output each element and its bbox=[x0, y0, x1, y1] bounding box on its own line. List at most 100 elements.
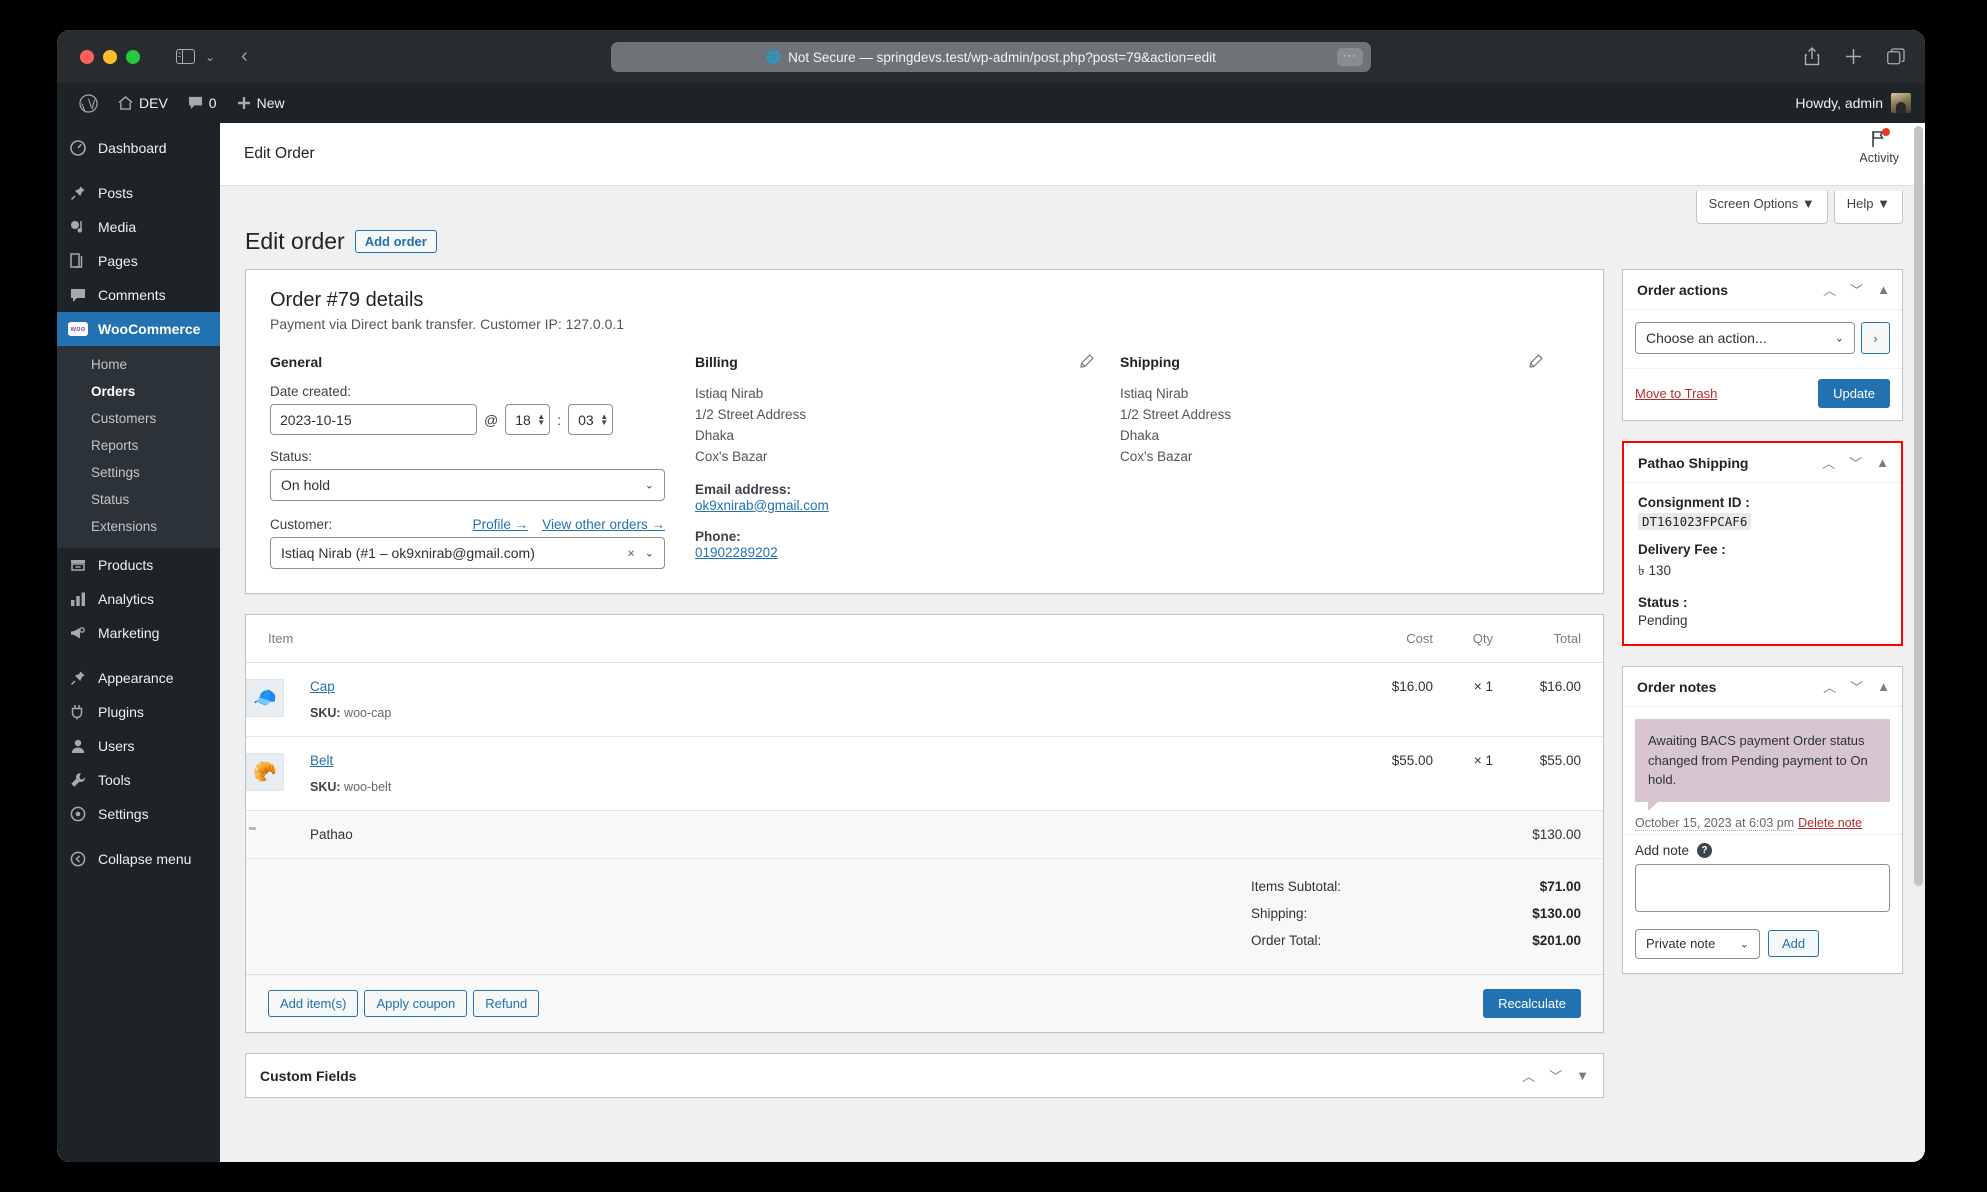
toggle-panel-icon[interactable]: ▼ bbox=[1576, 1068, 1589, 1083]
submenu-item-customers[interactable]: Customers bbox=[57, 405, 220, 432]
sidebar-item-collapse-menu[interactable]: Collapse menu bbox=[57, 842, 220, 876]
move-up-icon[interactable]: ︿ bbox=[1823, 677, 1836, 696]
toggle-panel-icon[interactable]: ▲ bbox=[1877, 282, 1890, 297]
customer-select[interactable]: Istiaq Nirab (#1 – ok9xnirab@gmail.com) bbox=[270, 537, 665, 569]
recalculate-button[interactable]: Recalculate bbox=[1483, 989, 1581, 1018]
plus-icon[interactable] bbox=[1845, 48, 1862, 65]
add-items-button[interactable]: Add item(s) bbox=[268, 990, 359, 1017]
address-bar-more-button[interactable]: ··· bbox=[1337, 48, 1363, 66]
browser-window: ⌄ ‹ 🌐 Not Secure — springdevs.test/wp-ad… bbox=[57, 30, 1925, 1162]
sidebar-item-settings[interactable]: Settings bbox=[57, 797, 220, 831]
move-down-icon[interactable]: ﹀ bbox=[1549, 1066, 1562, 1085]
table-row[interactable]: 🧢 Cap SKU: woo-cap $16.00 × 1 $16.00 bbox=[246, 662, 1603, 737]
refund-button[interactable]: Refund bbox=[473, 990, 540, 1017]
customer-label: Customer: bbox=[270, 517, 333, 532]
billing-phone-link[interactable]: 01902289202 bbox=[695, 545, 778, 560]
pencil-icon[interactable] bbox=[1529, 354, 1543, 373]
shipping-line-row[interactable]: Pathao $130.00 bbox=[246, 810, 1603, 859]
move-up-icon[interactable]: ︿ bbox=[1822, 453, 1835, 472]
sidebar-item-users[interactable]: Users bbox=[57, 729, 220, 763]
share-icon[interactable] bbox=[1804, 47, 1820, 66]
back-chevron-icon[interactable]: ‹ bbox=[241, 45, 248, 68]
wordpress-logo-icon[interactable] bbox=[69, 83, 108, 123]
sidebar-item-appearance[interactable]: Appearance bbox=[57, 661, 220, 695]
item-thumbnail-cell: 🧢 bbox=[246, 662, 310, 737]
move-up-icon[interactable]: ︿ bbox=[1823, 280, 1836, 299]
consignment-id-value: DT161023FPCAF6 bbox=[1638, 513, 1752, 530]
sidebar-item-label: Settings bbox=[98, 806, 149, 822]
product-link[interactable]: Belt bbox=[310, 753, 333, 768]
site-name-link[interactable]: DEV bbox=[108, 83, 178, 123]
account-menu[interactable]: Howdy, admin bbox=[1795, 93, 1911, 113]
new-content-button[interactable]: New bbox=[227, 83, 295, 123]
hour-spinner-icon[interactable]: ▲ ▼ bbox=[537, 412, 545, 426]
table-row[interactable]: 🥐 Belt SKU: woo-belt $55.00 × 1 $55.00 bbox=[246, 736, 1603, 811]
item-cost: $16.00 bbox=[1323, 662, 1433, 737]
order-status-select[interactable]: On hold bbox=[270, 469, 665, 501]
tab-overview-icon[interactable] bbox=[1887, 47, 1905, 66]
sidebar-item-tools[interactable]: Tools bbox=[57, 763, 220, 797]
screen-options-button[interactable]: Screen Options ▼ bbox=[1695, 191, 1828, 224]
pencil-icon[interactable] bbox=[1080, 354, 1094, 373]
submenu-item-settings[interactable]: Settings bbox=[57, 459, 220, 486]
totals-row: Shipping: $130.00 bbox=[1251, 900, 1581, 927]
clear-customer-icon[interactable]: × bbox=[627, 546, 635, 561]
order-note-meta: October 15, 2023 at 6:03 pm Delete note bbox=[1635, 815, 1890, 831]
hour-stepper[interactable]: ▲▼ bbox=[505, 404, 551, 435]
submenu-item-status[interactable]: Status bbox=[57, 486, 220, 513]
sidebar-item-posts[interactable]: Posts bbox=[57, 176, 220, 210]
date-created-input[interactable] bbox=[270, 404, 477, 435]
sidebar-item-woocommerce[interactable]: woo WooCommerce bbox=[57, 312, 220, 346]
view-other-orders-link[interactable]: View other orders → bbox=[542, 517, 665, 532]
submenu-item-extensions[interactable]: Extensions bbox=[57, 513, 220, 540]
apply-action-button[interactable]: › bbox=[1861, 322, 1890, 354]
page-scrollbar[interactable] bbox=[1914, 123, 1923, 1162]
move-down-icon[interactable]: ﹀ bbox=[1850, 677, 1863, 696]
page-header-title: Edit Order bbox=[244, 145, 315, 162]
window-traffic-lights bbox=[80, 49, 140, 64]
minute-spinner-icon[interactable]: ▲ ▼ bbox=[600, 412, 608, 426]
delete-note-link[interactable]: Delete note bbox=[1798, 816, 1862, 830]
note-type-select[interactable]: Private note bbox=[1635, 928, 1760, 959]
toggle-panel-icon[interactable]: ▲ bbox=[1877, 679, 1890, 694]
minimize-window-button[interactable] bbox=[103, 49, 117, 64]
product-link[interactable]: Cap bbox=[310, 679, 335, 694]
sidebar-item-comments[interactable]: Comments bbox=[57, 278, 220, 312]
sidebar-item-pages[interactable]: Pages bbox=[57, 244, 220, 278]
sidebar-item-media[interactable]: Media bbox=[57, 210, 220, 244]
page-scrollbar-thumb[interactable] bbox=[1914, 126, 1923, 886]
move-up-icon[interactable]: ︿ bbox=[1522, 1066, 1535, 1085]
add-note-textarea[interactable] bbox=[1635, 863, 1890, 912]
sidebar-item-products[interactable]: Products bbox=[57, 548, 220, 582]
order-action-select[interactable]: Choose an action... bbox=[1635, 322, 1855, 354]
help-tip-icon[interactable]: ? bbox=[1697, 842, 1713, 858]
minute-stepper[interactable]: ▲▼ bbox=[568, 404, 614, 435]
activity-panel-button[interactable]: Activity bbox=[1859, 128, 1899, 165]
address-bar[interactable]: 🌐 Not Secure — springdevs.test/wp-admin/… bbox=[611, 42, 1371, 72]
add-note-button[interactable]: Add bbox=[1768, 930, 1820, 957]
submenu-item-home[interactable]: Home bbox=[57, 351, 220, 378]
sidebar-toggle-icon[interactable] bbox=[176, 49, 195, 64]
sidebar-item-analytics[interactable]: Analytics bbox=[57, 582, 220, 616]
sidebar-item-marketing[interactable]: Marketing bbox=[57, 616, 220, 650]
move-to-trash-link[interactable]: Move to Trash bbox=[1635, 386, 1717, 401]
sidebar-item-dashboard[interactable]: Dashboard bbox=[57, 131, 220, 165]
submenu-item-reports[interactable]: Reports bbox=[57, 432, 220, 459]
update-order-button[interactable]: Update bbox=[1818, 379, 1890, 408]
move-down-icon[interactable]: ﹀ bbox=[1849, 453, 1862, 472]
sidebar-item-label: Comments bbox=[98, 287, 166, 303]
customer-profile-link[interactable]: Profile → bbox=[473, 517, 529, 532]
maximize-window-button[interactable] bbox=[126, 49, 140, 64]
close-window-button[interactable] bbox=[80, 49, 94, 64]
comments-bubble[interactable]: 0 bbox=[178, 83, 227, 123]
chevron-down-icon[interactable]: ⌄ bbox=[205, 50, 215, 64]
apply-coupon-button[interactable]: Apply coupon bbox=[364, 990, 468, 1017]
help-button[interactable]: Help ▼ bbox=[1833, 191, 1903, 224]
screen-options-label: Screen Options bbox=[1708, 196, 1799, 211]
billing-email-link[interactable]: ok9xnirab@gmail.com bbox=[695, 498, 829, 513]
add-order-button[interactable]: Add order bbox=[354, 230, 437, 253]
sidebar-item-plugins[interactable]: Plugins bbox=[57, 695, 220, 729]
toggle-panel-icon[interactable]: ▲ bbox=[1876, 455, 1889, 470]
move-down-icon[interactable]: ﹀ bbox=[1850, 280, 1863, 299]
submenu-item-orders[interactable]: Orders bbox=[57, 378, 220, 405]
